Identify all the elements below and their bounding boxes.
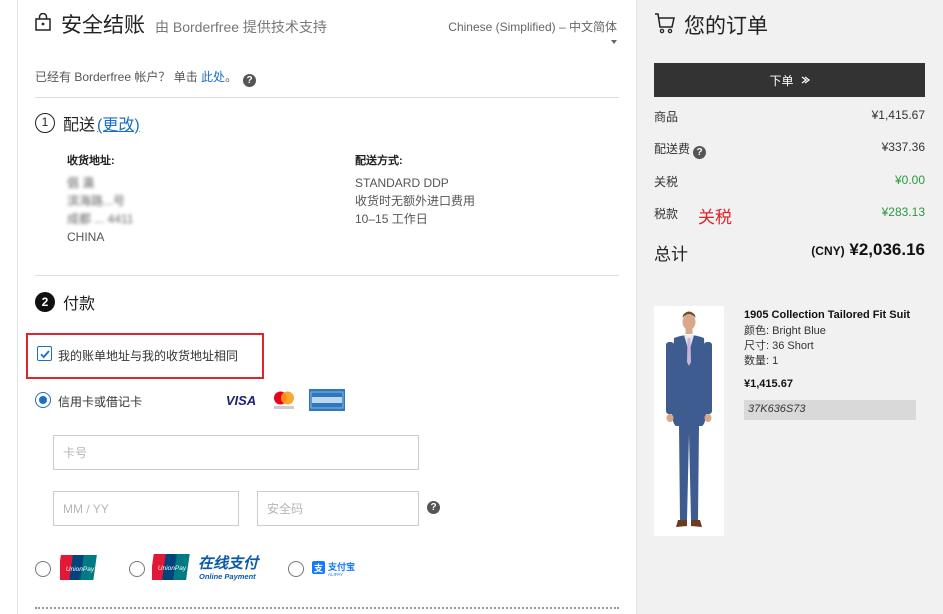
powered-by: 由 Borderfree 提供技术支持 bbox=[155, 19, 327, 35]
product-price: ¥1,415.67 bbox=[744, 378, 793, 390]
address-heading: 收货地址: bbox=[67, 155, 115, 167]
product-color: 颜色: Bright Blue bbox=[744, 325, 826, 337]
payment-step-header: 2 付款 bbox=[35, 290, 95, 314]
shipping-fee-value: ¥337.36 bbox=[881, 140, 925, 154]
step-number: 1 bbox=[35, 113, 55, 133]
product-size: 尺寸: 36 Short bbox=[744, 340, 814, 352]
product-sku: 37K636S73 bbox=[744, 400, 916, 420]
svg-text:UnionPay: UnionPay bbox=[66, 566, 95, 573]
divider bbox=[35, 97, 619, 98]
method-heading: 配送方式: bbox=[355, 155, 403, 167]
step-label: 付款 bbox=[63, 296, 96, 313]
shipping-method: 配送方式: STANDARD DDP 收货时无额外进口费用 10–15 工作日 bbox=[355, 152, 595, 228]
unionpay-online-radio[interactable] bbox=[129, 561, 145, 577]
address-line: 滨海路...号 bbox=[67, 194, 126, 208]
section-divider bbox=[35, 607, 619, 609]
lock-icon bbox=[35, 13, 51, 31]
unionpay-logo-icon: UnionPay bbox=[60, 555, 97, 580]
chevron-down-icon[interactable] bbox=[611, 40, 617, 44]
svg-text:Online Payment: Online Payment bbox=[199, 572, 256, 581]
checkout-page: 安全结账 由 Borderfree 提供技术支持 Chinese (Simpli… bbox=[0, 0, 943, 614]
svg-text:支: 支 bbox=[313, 563, 324, 575]
tax-annotation: 关税 bbox=[698, 208, 732, 227]
total-label: 总计 bbox=[654, 245, 688, 264]
amex-logo-icon bbox=[309, 389, 345, 411]
check-icon bbox=[40, 350, 50, 359]
step-number: 2 bbox=[35, 292, 55, 312]
items-label: 商品 bbox=[654, 110, 679, 124]
address-country: CHINA bbox=[67, 230, 105, 244]
product-image bbox=[654, 306, 724, 536]
method-line: 10–15 工作日 bbox=[355, 212, 428, 226]
same-address-checkbox[interactable] bbox=[37, 346, 52, 361]
account-login-link[interactable]: 此处 bbox=[201, 70, 225, 84]
left-gutter bbox=[0, 0, 18, 614]
alipay-radio[interactable] bbox=[288, 561, 304, 577]
chevron-right-icon bbox=[801, 76, 810, 84]
step-label: 配送 bbox=[63, 117, 96, 134]
svg-text:UnionPay: UnionPay bbox=[158, 565, 187, 572]
help-icon[interactable]: ? bbox=[693, 146, 707, 159]
shipping-fee-label: 配送费 bbox=[654, 142, 691, 156]
account-suffix: 。 bbox=[225, 70, 238, 84]
edit-shipping-link[interactable]: (更改) bbox=[97, 111, 140, 135]
product-quantity: 数量: 1 bbox=[744, 355, 779, 367]
mastercard-logo-icon bbox=[274, 391, 294, 409]
method-line: STANDARD DDP bbox=[355, 176, 449, 190]
security-code-input[interactable] bbox=[257, 491, 419, 526]
divider bbox=[35, 275, 619, 276]
product-name: 1905 Collection Tailored Fit Suit bbox=[744, 309, 911, 321]
order-summary: 您的订单 下单 商品 ¥1,415.67 配送费? ¥337.36 关税 ¥0.… bbox=[636, 0, 943, 614]
account-prompt: 已经有 Borderfree 帐户？ 单击 bbox=[35, 70, 198, 84]
total-value: (CNY) ¥2,036.16 bbox=[811, 240, 925, 260]
card-option-label[interactable]: 信用卡或借记卡 bbox=[58, 393, 142, 410]
svg-text:VISA: VISA bbox=[226, 393, 256, 408]
unionpay-online-logo-icon: UnionPay 在线支付 Online Payment bbox=[152, 554, 261, 581]
card-number-input[interactable] bbox=[53, 435, 419, 470]
shipping-step-header: 1 配送 (更改) bbox=[35, 111, 140, 135]
checkout-main: 安全结账 由 Borderfree 提供技术支持 Chinese (Simpli… bbox=[26, 0, 619, 614]
address-line: 倡 瀛 bbox=[67, 176, 95, 190]
visa-logo-icon: VISA bbox=[223, 389, 259, 411]
alipay-logo-icon: 支 支付宝 ALIPAY bbox=[312, 561, 355, 577]
duty-row: 关税 ¥0.00 bbox=[654, 173, 925, 190]
page-title: 安全结账 bbox=[61, 14, 145, 37]
help-icon[interactable]: ? bbox=[243, 74, 257, 87]
tax-label: 税款 bbox=[654, 207, 679, 221]
total-currency: (CNY) bbox=[811, 244, 845, 258]
place-order-label: 下单 bbox=[769, 73, 794, 88]
order-title: 您的订单 bbox=[684, 15, 768, 38]
total-amount: ¥2,036.16 bbox=[849, 240, 925, 259]
duty-label: 关税 bbox=[654, 175, 679, 189]
card-radio[interactable] bbox=[35, 392, 51, 408]
expiry-input[interactable] bbox=[53, 491, 239, 526]
shipping-fee-row: 配送费? ¥337.36 bbox=[654, 140, 925, 159]
same-address-label[interactable]: 我的账单地址与我的收货地址相同 bbox=[58, 347, 238, 364]
language-selector[interactable]: Chinese (Simplified) – 中文简体 bbox=[448, 18, 617, 35]
shipping-address: 收货地址: 倡 瀛 滨海路...号 成都 ... 4411 CHINA bbox=[67, 152, 307, 246]
tax-value: ¥283.13 bbox=[881, 205, 925, 219]
duty-value: ¥0.00 bbox=[894, 173, 925, 187]
items-value: ¥1,415.67 bbox=[871, 108, 925, 122]
cart-icon bbox=[655, 13, 675, 34]
svg-text:ALIPAY: ALIPAY bbox=[328, 572, 343, 577]
svg-text:在线支付: 在线支付 bbox=[198, 554, 261, 572]
method-line: 收货时无额外进口费用 bbox=[355, 194, 476, 208]
unionpay-radio[interactable] bbox=[35, 561, 51, 577]
help-icon[interactable]: ? bbox=[427, 501, 440, 514]
place-order-button[interactable]: 下单 bbox=[654, 63, 925, 97]
existing-account-line: 已经有 Borderfree 帐户？ 单击 此处。? bbox=[35, 68, 257, 87]
tax-row: 税款 ¥283.13 bbox=[654, 205, 925, 222]
address-line: 成都 ... 4411 bbox=[67, 212, 134, 226]
items-row: 商品 ¥1,415.67 bbox=[654, 108, 925, 125]
